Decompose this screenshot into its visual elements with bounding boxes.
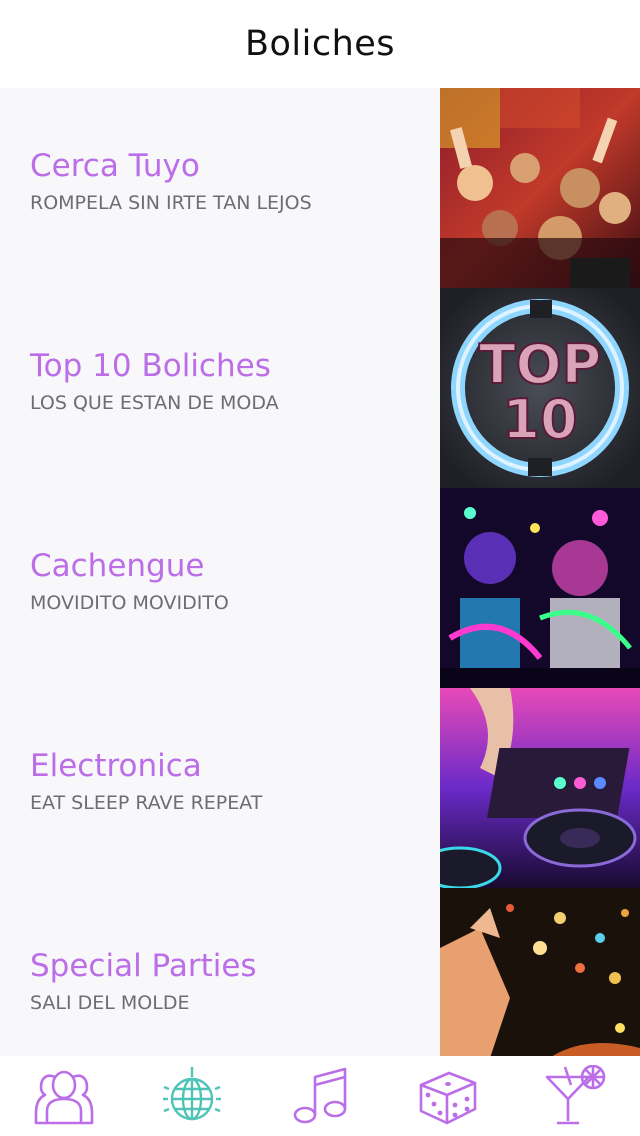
list-item-subtitle: LOS QUE ESTAN DE MODA bbox=[30, 392, 279, 414]
list-item-title: Electronica bbox=[30, 748, 202, 784]
list-item-subtitle: MOVIDITO MOVIDITO bbox=[30, 592, 229, 614]
disco-ball-icon bbox=[163, 1067, 221, 1121]
list-item-subtitle: ROMPELA SIN IRTE TAN LEJOS bbox=[30, 192, 312, 214]
tab-bar bbox=[0, 1056, 640, 1136]
people-icon bbox=[34, 1070, 94, 1125]
tab-drinks[interactable] bbox=[512, 1056, 640, 1136]
nav-bar: Boliches bbox=[0, 0, 640, 88]
crowd-party-photo bbox=[440, 88, 640, 288]
tab-disco[interactable] bbox=[128, 1056, 256, 1136]
tab-music[interactable] bbox=[256, 1056, 384, 1136]
list-item-electronica[interactable]: Electronica EAT SLEEP RAVE REPEAT bbox=[0, 688, 640, 888]
list-item-top-10[interactable]: Top 10 Boliches LOS QUE ESTAN DE MODA TO… bbox=[0, 288, 640, 488]
neon-party-photo bbox=[440, 488, 640, 688]
music-note-icon bbox=[293, 1067, 347, 1124]
badge-top-text: TOP bbox=[479, 333, 601, 396]
list-item-title: Cerca Tuyo bbox=[30, 148, 200, 184]
dice-icon bbox=[419, 1071, 477, 1125]
list-item-text: Cerca Tuyo ROMPELA SIN IRTE TAN LEJOS bbox=[30, 146, 430, 216]
list-item-subtitle: SALI DEL MOLDE bbox=[30, 992, 190, 1014]
page-title: Boliches bbox=[244, 24, 396, 64]
dj-turntable-photo bbox=[440, 688, 640, 888]
tab-people[interactable] bbox=[0, 1056, 128, 1136]
list-item-text: Cachengue MOVIDITO MOVIDITO bbox=[30, 546, 430, 616]
list-item-title: Special Parties bbox=[30, 948, 257, 984]
category-list[interactable]: Cerca Tuyo ROMPELA SIN IRTE TAN LEJOS To… bbox=[0, 88, 640, 1056]
list-item-cachengue[interactable]: Cachengue MOVIDITO MOVIDITO bbox=[0, 488, 640, 688]
confetti-party-photo bbox=[440, 888, 640, 1056]
list-item-cerca-tuyo[interactable]: Cerca Tuyo ROMPELA SIN IRTE TAN LEJOS bbox=[0, 88, 640, 288]
list-item-subtitle: EAT SLEEP RAVE REPEAT bbox=[30, 792, 263, 814]
list-item-special-parties[interactable]: Special Parties SALI DEL MOLDE bbox=[0, 888, 640, 1056]
list-item-title: Cachengue bbox=[30, 548, 205, 584]
list-item-text: Top 10 Boliches LOS QUE ESTAN DE MODA bbox=[30, 346, 430, 416]
screen: Boliches Cerca Tuyo ROMPELA SIN IRTE TAN… bbox=[0, 0, 640, 1136]
list-item-text: Special Parties SALI DEL MOLDE bbox=[30, 946, 430, 1016]
cocktail-icon bbox=[545, 1065, 606, 1125]
tab-games[interactable] bbox=[384, 1056, 512, 1136]
list-item-text: Electronica EAT SLEEP RAVE REPEAT bbox=[30, 746, 430, 816]
top-10-badge: TOP 10 bbox=[440, 288, 640, 488]
list-item-title: Top 10 Boliches bbox=[30, 348, 271, 384]
badge-10-text: 10 bbox=[502, 388, 577, 451]
